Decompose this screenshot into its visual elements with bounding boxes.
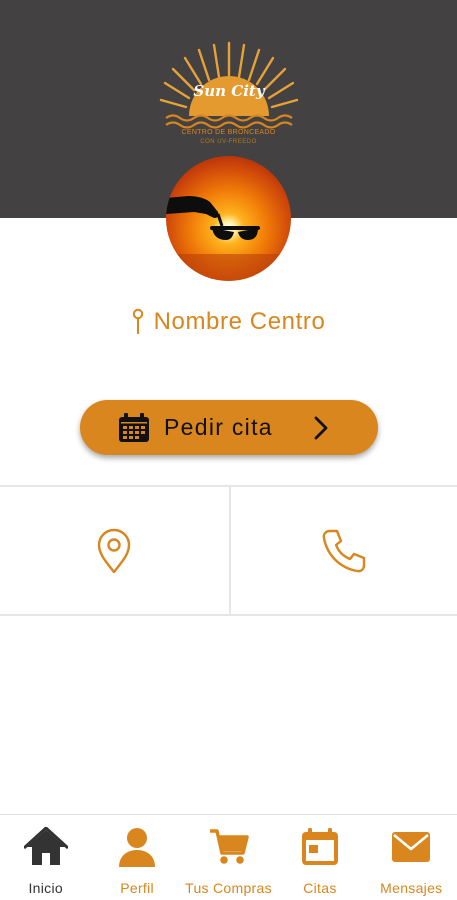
logo-tagline: CENTRO DE BRONCEADO — [181, 129, 276, 136]
logo-subtagline: CON UV-FREEDO — [200, 139, 257, 145]
location-button[interactable] — [0, 487, 229, 614]
nav-item-inicio[interactable]: Inicio — [0, 815, 91, 900]
book-appointment-label: Pedir cita — [164, 414, 273, 440]
phone-icon — [322, 529, 365, 572]
user-icon — [119, 828, 156, 867]
center-avatar — [166, 156, 291, 281]
logo-script-text: Sun City — [193, 82, 265, 100]
nav-label-citas: Citas — [303, 880, 337, 896]
calendar-icon — [301, 828, 338, 865]
envelope-icon — [392, 832, 431, 862]
home-icon — [23, 827, 68, 865]
location-pin-icon — [98, 528, 131, 573]
nav-label-mensajes: Mensajes — [380, 880, 443, 896]
nav-label-tus-compras: Tus Compras — [185, 880, 272, 896]
nav-item-perfil[interactable]: Perfil — [91, 815, 182, 900]
nav-label-perfil: Perfil — [120, 880, 154, 896]
bottom-navigation: Inicio Perfil Tus Compras Citas Mensajes — [0, 814, 457, 900]
nav-label-inicio: Inicio — [28, 880, 63, 896]
nav-item-citas[interactable]: Citas — [274, 815, 365, 900]
nav-item-tus-compras[interactable]: Tus Compras — [183, 815, 274, 900]
book-appointment-button[interactable]: Pedir cita — [80, 400, 378, 455]
center-name-row: Nombre Centro — [0, 308, 457, 336]
contact-row — [0, 485, 457, 616]
nav-item-mensajes[interactable]: Mensajes — [366, 815, 457, 900]
sunset-sunglasses-image — [166, 156, 291, 281]
chevron-right-icon — [314, 416, 328, 440]
center-name: Nombre Centro — [153, 308, 326, 335]
phone-button[interactable] — [228, 487, 457, 614]
cart-icon — [209, 829, 249, 864]
calendar-icon — [119, 412, 149, 442]
map-pin-icon — [132, 308, 143, 334]
